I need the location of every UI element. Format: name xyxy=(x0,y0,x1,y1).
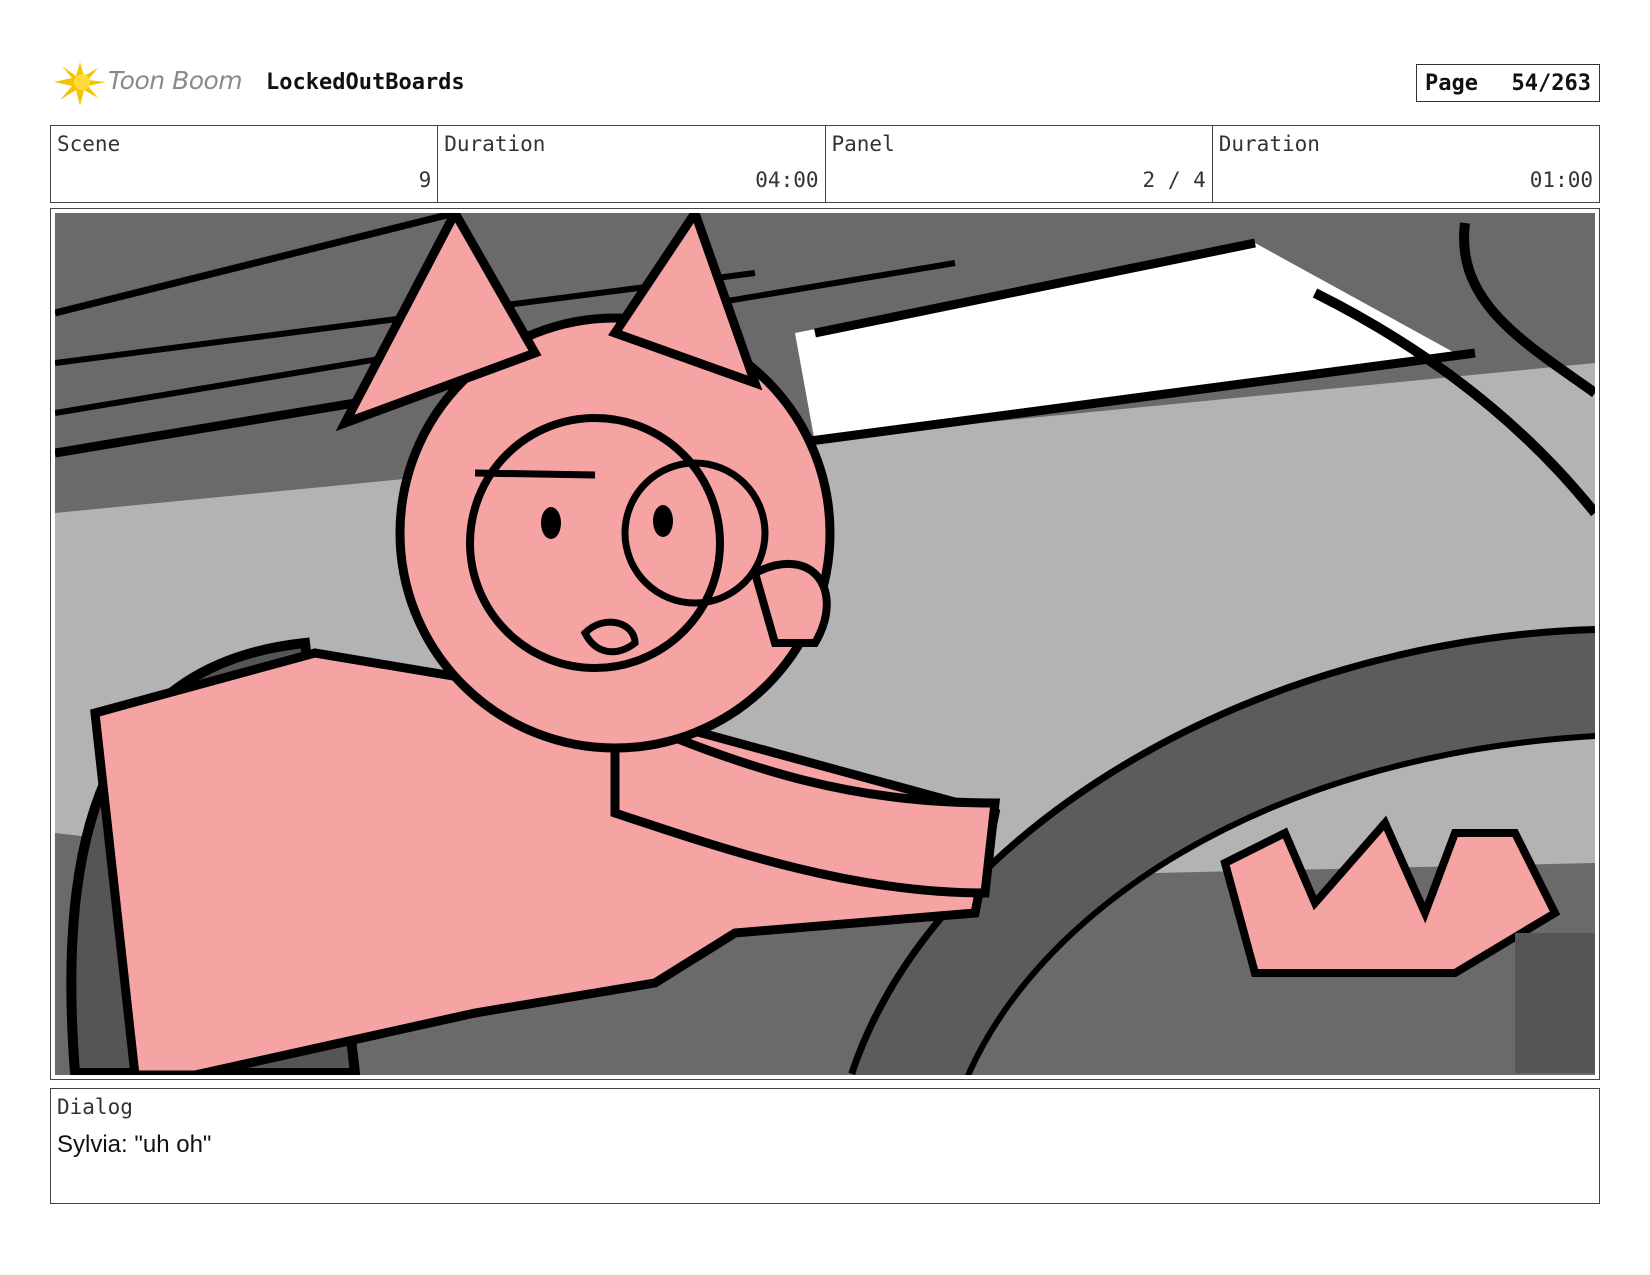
panel-cell: Panel 2 / 4 xyxy=(826,126,1213,202)
panel-duration-value: 01:00 xyxy=(1529,168,1593,192)
logo-text: Toon Boom xyxy=(108,66,243,95)
panel-value: 2 / 4 xyxy=(1142,168,1206,192)
scene-cell: Scene 9 xyxy=(51,126,439,202)
toon-boom-logo: Toon Boom xyxy=(52,58,252,108)
storyboard-panel xyxy=(50,208,1600,1080)
dialog-text: Sylvia: "uh oh" xyxy=(57,1131,212,1158)
info-row: Scene 9 Duration 04:00 Panel 2 / 4 Durat… xyxy=(50,125,1600,203)
page-indicator: Page 54/263 xyxy=(1416,64,1600,102)
header: Toon Boom LockedOutBoards Page 54/263 xyxy=(52,58,1600,108)
scene-duration-cell: Duration 04:00 xyxy=(438,126,826,202)
panel-artwork xyxy=(55,213,1595,1075)
scene-value: 9 xyxy=(418,168,432,192)
scene-duration-value: 04:00 xyxy=(755,168,819,192)
sketch-drawing xyxy=(55,213,1595,1075)
panel-duration-label: Duration xyxy=(1218,132,1320,156)
scene-label: Scene xyxy=(57,132,121,156)
dialog-label: Dialog xyxy=(57,1095,133,1119)
panel-duration-cell: Duration 01:00 xyxy=(1213,126,1599,202)
dialog-box: Dialog Sylvia: "uh oh" xyxy=(50,1088,1600,1204)
scene-duration-label: Duration xyxy=(444,132,546,156)
page-label: Page xyxy=(1425,71,1478,96)
page-number: 54/263 xyxy=(1511,71,1591,96)
project-title: LockedOutBoards xyxy=(266,70,465,95)
panel-label: Panel xyxy=(831,132,895,156)
starburst-icon xyxy=(54,62,106,106)
